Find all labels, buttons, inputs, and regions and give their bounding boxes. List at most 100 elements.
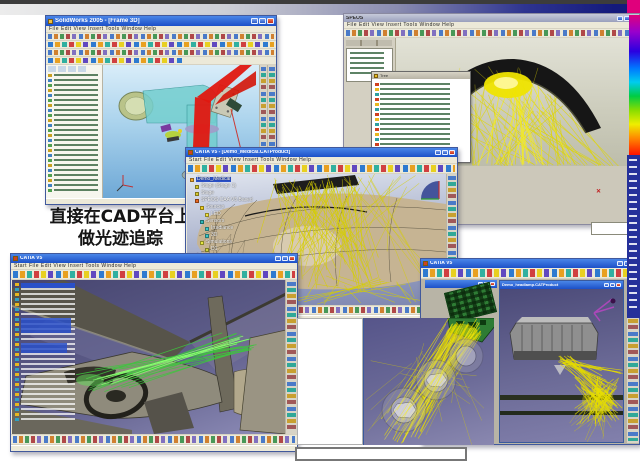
toolbar-icons[interactable]	[48, 42, 274, 47]
window-title: SolidWorks 2005 - [Frame 3D]	[55, 18, 249, 24]
solidworks-titlebar[interactable]: SolidWorks 2005 - [Frame 3D]	[46, 16, 276, 26]
color-scale-legend	[627, 155, 640, 318]
speos-toolbar[interactable]	[344, 29, 639, 38]
toolbar-icons[interactable]	[188, 165, 455, 172]
palette-titlebar[interactable]: Tree	[372, 72, 470, 79]
catia-interior-right-toolbar[interactable]	[285, 280, 297, 434]
toolbar-icons[interactable]	[48, 50, 274, 55]
window-buttons	[604, 283, 621, 287]
speos-titlebar[interactable]: SPEOS	[344, 14, 639, 22]
tree-item[interactable]: Sensors	[200, 218, 253, 225]
palette-tree-icons	[375, 83, 379, 157]
toolbar-icons[interactable]	[287, 282, 296, 432]
headlamp-child-window[interactable]: Demo_headlamp.CATProduct	[499, 280, 624, 443]
hotspot-core	[494, 77, 518, 89]
minimize-button[interactable]	[617, 261, 623, 266]
close-button[interactable]	[289, 256, 295, 261]
child-title: Demo_headlamp.CATProduct	[502, 283, 602, 287]
maximize-button[interactable]	[259, 18, 266, 24]
catia-interior-viewport[interactable]	[12, 280, 286, 434]
axis-triad	[117, 175, 133, 191]
tree-item[interactable]: Simulations	[200, 239, 253, 246]
solidworks-toolbar-view[interactable]	[46, 41, 276, 49]
catia-interior-titlebar[interactable]: CATIA V5	[11, 254, 297, 263]
projector-base	[514, 351, 596, 360]
legend-tick-labels	[629, 159, 637, 311]
feature-tree-panel[interactable]	[46, 65, 103, 198]
catia-headlamp-titlebar[interactable]: CATIA V5	[421, 259, 639, 268]
tree-item[interactable]: Stage (Stage 1)	[195, 183, 253, 190]
app-icon	[423, 261, 428, 266]
catia-headlamp-toolbar[interactable]	[421, 268, 639, 279]
close-button[interactable]	[449, 150, 455, 155]
catia-medical-menubar[interactable]: Start File Edit View Insert Tools Window…	[186, 157, 457, 164]
window-buttons	[275, 256, 295, 261]
headlamp-raytrace-canvas[interactable]	[500, 289, 623, 442]
maximize-button[interactable]	[442, 150, 448, 155]
minimize-button[interactable]	[617, 16, 623, 21]
compass-icon[interactable]	[594, 299, 616, 322]
tree-item[interactable]: LED	[205, 211, 253, 218]
presentation-slide: { "caption": { "line1": "直接在CAD平台上", "li…	[0, 0, 640, 461]
solidworks-menubar[interactable]: File Edit View Insert Tools Window Help	[46, 26, 276, 33]
tree-item[interactable]: D1	[205, 246, 253, 253]
solidworks-toolbar-sketch[interactable]	[46, 57, 276, 65]
catia-medical-titlebar[interactable]: CATIA V5 - [Demo_Medical.CATProduct]	[186, 148, 457, 157]
speos-menubar[interactable]: File Edit View Insert Tools Window Help	[344, 22, 639, 29]
maximize-button[interactable]	[610, 283, 615, 287]
catia-interior-window[interactable]: CATIA V5 Start File Edit View Insert Too…	[10, 253, 298, 452]
tree-icons	[15, 283, 19, 423]
tree-item[interactable]: 3D	[205, 232, 253, 239]
coordinate-field[interactable]	[591, 222, 631, 235]
toolbar-icons[interactable]	[423, 269, 637, 277]
catia-spec-tree[interactable]: Demo_Medical Stage (Stage 1) Stage SPEOS…	[190, 176, 253, 260]
tree-item[interactable]: Sources	[200, 204, 253, 211]
steering-hub	[106, 390, 126, 402]
close-button[interactable]	[267, 18, 274, 24]
error-cross-icon[interactable]: ✕	[596, 188, 601, 195]
tree-item[interactable]: Stage	[195, 190, 253, 197]
tree-item[interactable]: Irradiance	[205, 225, 253, 232]
catia-medical-toolbar[interactable]	[186, 164, 457, 174]
close-button[interactable]	[616, 283, 621, 287]
catia-interior-bottom-toolbar[interactable]	[11, 434, 297, 445]
headlamp-viewport[interactable]	[500, 289, 623, 442]
close-button[interactable]	[490, 282, 495, 286]
compass-icon[interactable]	[421, 181, 439, 199]
palette-tree[interactable]	[380, 83, 450, 157]
minimize-button[interactable]	[435, 150, 441, 155]
maximize-button[interactable]	[282, 256, 288, 261]
empty-document-panel	[297, 318, 363, 445]
window-title: SPEOS	[346, 16, 615, 21]
toolbar-icons[interactable]	[48, 58, 184, 63]
minimize-button[interactable]	[275, 256, 281, 261]
palette-icon	[374, 74, 378, 78]
window-title: CATIA V5	[20, 256, 273, 261]
lens-element-3	[449, 339, 483, 373]
feature-tree-items[interactable]	[54, 74, 98, 194]
toolbar-icons[interactable]	[48, 34, 274, 39]
lens-raytrace-canvas[interactable]	[364, 318, 494, 445]
solidworks-toolbar-standard[interactable]	[46, 33, 276, 41]
minimize-button[interactable]	[604, 283, 609, 287]
toolbar-icons[interactable]	[13, 436, 295, 443]
window-title: CATIA V5	[430, 261, 615, 266]
tree-item[interactable]: SPEOS CAA V5 Based	[195, 197, 253, 204]
toolbar-icons[interactable]	[13, 271, 295, 278]
app-icon	[48, 19, 53, 24]
tree-item-root[interactable]: Demo_Medical	[190, 176, 253, 183]
headlamp-child-titlebar[interactable]: Demo_headlamp.CATProduct	[500, 281, 623, 289]
minimize-button[interactable]	[251, 18, 258, 24]
panel-tabs[interactable]	[346, 40, 392, 46]
window-title: CATIA V5 - [Demo_Medical.CATProduct]	[195, 150, 433, 155]
solidworks-toolbar-optis[interactable]	[46, 49, 276, 57]
app-icon	[188, 150, 193, 155]
catia-interior-toolbar[interactable]	[11, 270, 297, 280]
arrow-marker	[554, 365, 566, 375]
projector-top	[516, 317, 592, 323]
toolbar-icons[interactable]	[346, 30, 637, 36]
tree-tabs[interactable]	[48, 66, 88, 72]
lens-viewport[interactable]	[363, 318, 494, 445]
catia-interior-menubar[interactable]: Start File Edit View Insert Tools Window…	[11, 263, 297, 270]
catia-interior-tree[interactable]	[15, 283, 79, 423]
